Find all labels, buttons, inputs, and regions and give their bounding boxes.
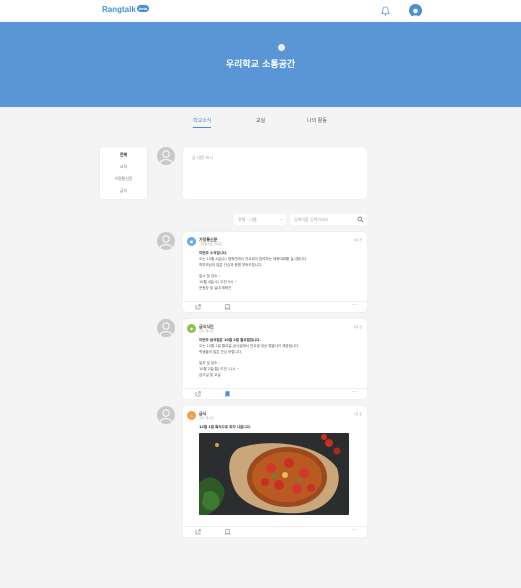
search-placeholder: 검색어를 입력하세요 — [294, 217, 329, 222]
bookmark-icon[interactable] — [225, 529, 230, 535]
sort-filter-select[interactable]: 전체 - 나열 ⌄ — [234, 214, 286, 225]
tab-my-activity[interactable]: 나의 활동 — [307, 117, 327, 127]
post-body: 이번주 급식일은 10월 2일 월요일입니다. 오는 10월 2일 월요일 급식… — [199, 338, 359, 379]
page-title: 우리학교 소통공간 — [225, 60, 296, 70]
search-icon[interactable] — [357, 216, 364, 223]
post-time: 1일 전 — [353, 412, 362, 416]
tab-classroom[interactable]: 교실 — [256, 117, 265, 127]
post-headline: 12월 1일 특식으로 피자 나옵니다. — [199, 425, 252, 429]
post-time: 1일 전 — [353, 325, 362, 329]
search-input[interactable]: 검색어를 입력하세요 — [290, 214, 367, 225]
post-image-pizza[interactable] — [199, 433, 349, 515]
author-avatar — [157, 406, 175, 424]
logo-badge: beta — [136, 5, 150, 12]
share-icon[interactable] — [195, 304, 201, 310]
author-avatar — [157, 232, 175, 250]
post-board: 급식 게시판 — [199, 416, 214, 420]
pizza-photo — [199, 433, 349, 515]
sidebar-item-faculty[interactable]: 교직 — [100, 164, 147, 170]
sidebar-item-newsletter[interactable]: 가정통신문 — [100, 176, 147, 182]
category-sidebar: 전체 교직 가정통신문 급식 — [100, 147, 147, 199]
bell-icon[interactable] — [381, 6, 390, 16]
my-avatar — [157, 147, 175, 165]
hero-banner: 우리학교 소통공간 — [0, 22, 521, 107]
school-icon — [278, 44, 285, 51]
more-options-icon[interactable]: ··· — [352, 527, 358, 533]
person-icon — [159, 409, 173, 423]
sidebar-item-all[interactable]: 전체 — [100, 152, 147, 158]
category-badge-icon: ♨ — [187, 411, 196, 420]
more-options-icon[interactable]: ··· — [352, 302, 358, 308]
post-card: ◆ 급식식단 급식 게시판 1일 전 이번주 급식일은 10월 2일 월요일입니… — [183, 319, 367, 399]
top-bar: Rangtalk beta — [0, 0, 521, 22]
post-card: ♨ 급식 급식 게시판 1일 전 12월 1일 특식으로 피자 나옵니다. ··… — [183, 406, 367, 537]
logo[interactable]: Rangtalk beta — [102, 5, 150, 14]
tab-bar: 학교소식 교실 나의 활동 — [0, 117, 521, 129]
post-actions: ··· — [183, 301, 367, 312]
category-badge-icon: ◆ — [187, 324, 196, 333]
post-board: 급식 게시판 — [199, 329, 214, 333]
chevron-down-icon: ⌄ — [279, 216, 283, 221]
post-board: 가정통신문 게시판 — [199, 242, 223, 246]
post-actions: ··· — [183, 526, 367, 537]
compose-placeholder: 글 내용 표시 — [192, 155, 213, 160]
post-time: 1일 전 — [353, 238, 362, 242]
person-icon — [159, 235, 173, 249]
person-icon — [159, 322, 173, 336]
bookmark-icon[interactable] — [225, 391, 230, 397]
user-avatar-button[interactable] — [409, 4, 422, 17]
user-icon — [411, 8, 420, 17]
more-options-icon[interactable]: ··· — [352, 389, 358, 395]
post-line: 급식실 및 교실 — [199, 372, 221, 377]
post-body: 12월 1일 특식으로 피자 나옵니다. — [199, 425, 359, 431]
person-icon — [159, 150, 173, 164]
compose-box[interactable]: 글 내용 표시 — [183, 147, 367, 199]
tab-school-news[interactable]: 학교소식 — [193, 117, 212, 128]
post-card: ▣ 가정통신문 가정통신문 게시판 1일 전 이번주 소식입니다. 오는 10월… — [183, 232, 367, 312]
share-icon[interactable] — [195, 391, 201, 397]
share-icon[interactable] — [195, 529, 201, 535]
filter-selected: 전체 - 나열 — [238, 217, 257, 222]
sidebar-item-meals[interactable]: 급식 — [100, 188, 147, 194]
post-body: 이번주 소식입니다. 오는 10월 4일(수) 체육관에서 전교생이 참여하는 … — [199, 251, 359, 292]
author-avatar — [157, 319, 175, 337]
post-line: 운동장 및 실내 체육관 — [199, 285, 232, 290]
category-badge-icon: ▣ — [187, 237, 196, 246]
logo-text: Rangtalk — [102, 5, 136, 14]
post-actions: ··· — [183, 388, 367, 399]
bookmark-icon[interactable] — [225, 304, 230, 310]
